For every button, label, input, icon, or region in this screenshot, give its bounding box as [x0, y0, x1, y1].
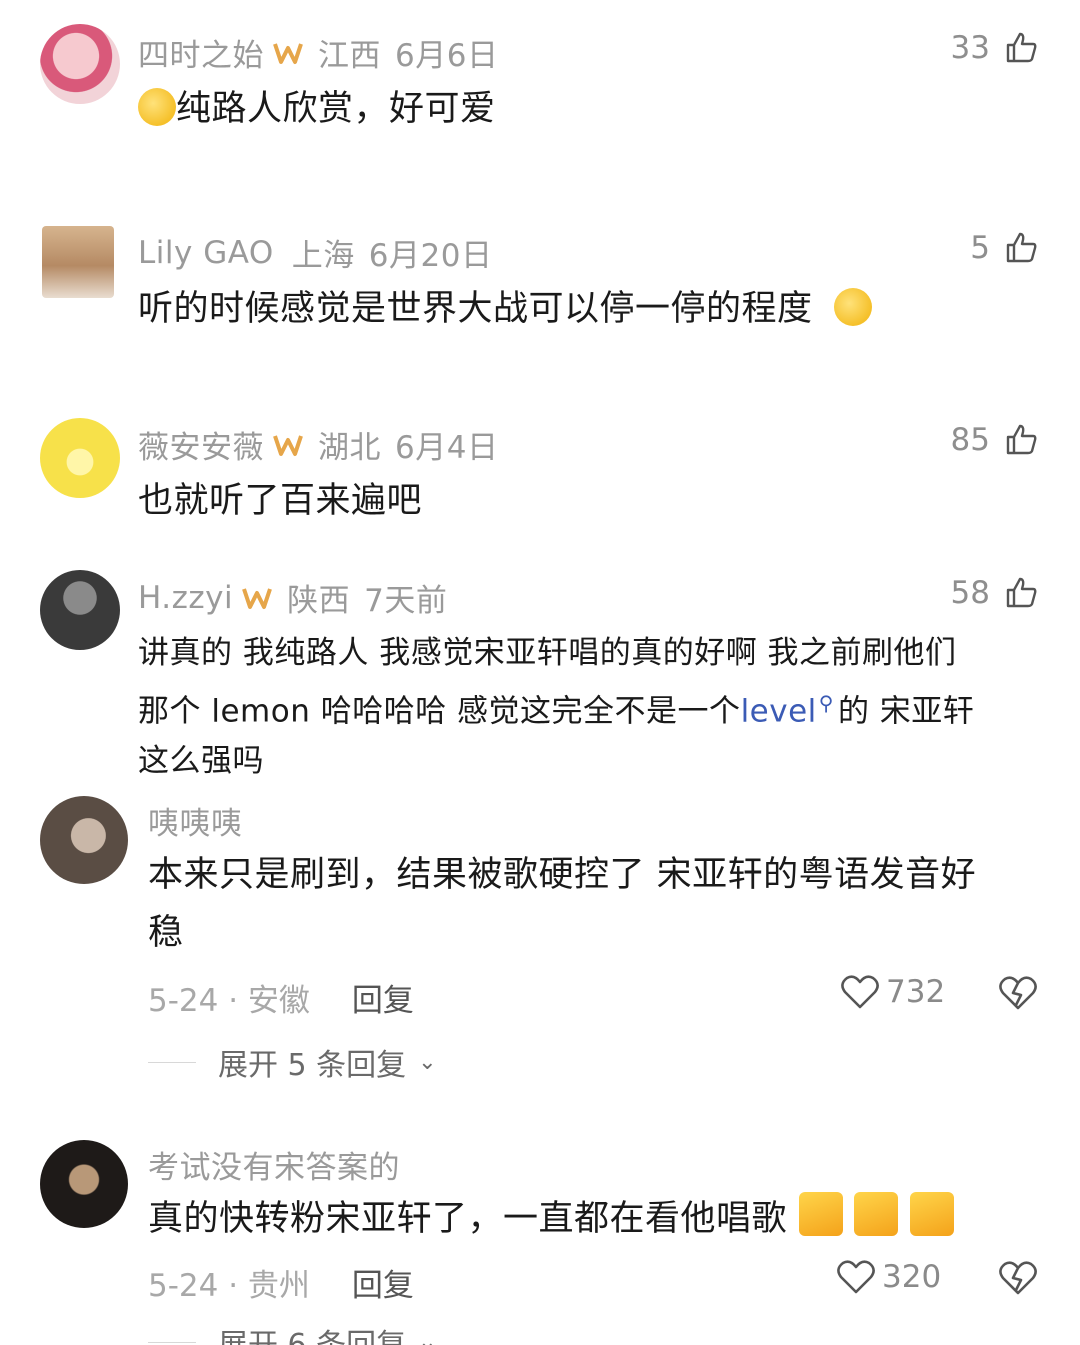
date: 7天前 — [364, 583, 448, 619]
username[interactable]: 薇安安薇 — [138, 422, 264, 467]
chevron-down-icon: ⌄ — [418, 1329, 437, 1345]
like-button[interactable]: 33 — [951, 30, 1038, 66]
divider — [148, 1341, 196, 1343]
expand-replies-button[interactable]: 展开 5 条回复 ⌄ — [148, 1040, 437, 1084]
avatar[interactable] — [40, 24, 120, 104]
avatar[interactable] — [40, 796, 128, 884]
comment-meta: 咦咦咦 — [148, 798, 243, 843]
like-count: 320 — [882, 1259, 942, 1295]
username[interactable]: Lily GAO — [138, 235, 274, 271]
thinking-emoji-icon — [138, 88, 176, 126]
fan-badge-icon — [242, 587, 273, 609]
comment-meta: 考试没有宋答案的 — [148, 1142, 400, 1187]
like-count: 58 — [950, 575, 990, 611]
username[interactable]: H.zzyi — [138, 580, 233, 616]
dislike-heart-icon[interactable] — [998, 1260, 1038, 1296]
like-count: 5 — [970, 230, 990, 266]
like-count: 732 — [886, 974, 946, 1010]
comment-text: 纯路人欣赏，好可爱 — [138, 80, 496, 138]
comment-meta: H.zzyi 陕西 7天前 — [138, 575, 447, 620]
thumbs-up-emoji-icon — [854, 1192, 899, 1236]
comment-footer: 5-24 · 贵州 回复 — [148, 1260, 414, 1305]
expand-replies-button[interactable]: 展开 6 条回复 ⌄ — [148, 1320, 437, 1345]
fan-badge-icon — [273, 434, 303, 456]
like-button[interactable]: 320 — [836, 1259, 941, 1295]
avatar[interactable] — [40, 1140, 128, 1228]
comment-text: 真的快转粉宋亚轩了，一直都在看他唱歌 — [148, 1190, 954, 1248]
expand-label: 展开 5 条回复 — [218, 1048, 407, 1083]
location: 陕西 — [287, 583, 351, 619]
like-count: 85 — [950, 422, 990, 458]
thumbs-up-emoji-icon — [798, 1192, 843, 1236]
avatar[interactable] — [42, 226, 114, 298]
username[interactable]: 四时之始 — [138, 30, 264, 75]
like-button[interactable]: 732 — [840, 974, 945, 1010]
location: 上海 — [291, 238, 355, 274]
heart-icon — [837, 1260, 875, 1294]
like-count: 33 — [950, 30, 990, 66]
comment-meta: 四时之始 江西 6月6日 — [138, 30, 498, 75]
date: 6月20日 — [368, 238, 493, 274]
thumbs-up-icon — [1006, 577, 1037, 608]
expand-label: 展开 6 条回复 — [218, 1320, 406, 1345]
thumbs-up-icon — [1006, 232, 1037, 263]
divider — [148, 1061, 196, 1063]
comment-text: 本来只是刷到，结果被歌硬控了 宋亚轩的粤语发音好 稳 — [148, 855, 977, 953]
comment-text: 听的时候感觉是世界大战可以停一停的程度 — [138, 280, 873, 338]
date: 6月4日 — [395, 430, 499, 466]
thumbs-up-icon — [1006, 424, 1037, 455]
date: 6月6日 — [395, 38, 499, 74]
comment-footer: 5-24 · 安徽 回复 — [148, 975, 414, 1020]
chevron-down-icon: ⌄ — [418, 1049, 437, 1075]
avatar[interactable] — [40, 570, 120, 650]
like-button[interactable]: 5 — [970, 230, 1038, 266]
thumbs-up-icon — [1006, 32, 1037, 63]
username[interactable]: 咦咦咦 — [148, 798, 243, 843]
thumbs-up-emoji-icon — [909, 1192, 954, 1236]
search-icon[interactable]: ⚲ — [819, 678, 834, 728]
location: 江西 — [318, 38, 381, 74]
date-location: 5-24 · 贵州 — [148, 1268, 310, 1304]
reply-button[interactable]: 回复 — [352, 975, 414, 1020]
date-location: 5-24 · 安徽 — [148, 983, 310, 1019]
search-link[interactable]: level — [741, 693, 817, 729]
smile-emoji-icon — [834, 288, 873, 326]
like-button[interactable]: 85 — [951, 422, 1038, 458]
fan-badge-icon — [273, 42, 303, 64]
heart-icon — [841, 975, 879, 1009]
avatar[interactable] — [40, 418, 120, 498]
comment-meta: 薇安安薇 湖北 6月4日 — [138, 422, 498, 467]
comment-meta: Lily GAO 上海 6月20日 — [138, 230, 492, 275]
comment-text: 讲真的 我纯路人 我感觉宋亚轩唱的真的好啊 我之前刷他们 那个 lemon 哈哈… — [138, 635, 975, 780]
comment-text: 也就听了百来遍吧 — [138, 481, 423, 521]
dislike-heart-icon[interactable] — [998, 975, 1038, 1011]
reply-button[interactable]: 回复 — [352, 1260, 414, 1305]
username[interactable]: 考试没有宋答案的 — [148, 1142, 400, 1187]
location: 湖北 — [318, 430, 381, 466]
like-button[interactable]: 58 — [951, 575, 1038, 611]
